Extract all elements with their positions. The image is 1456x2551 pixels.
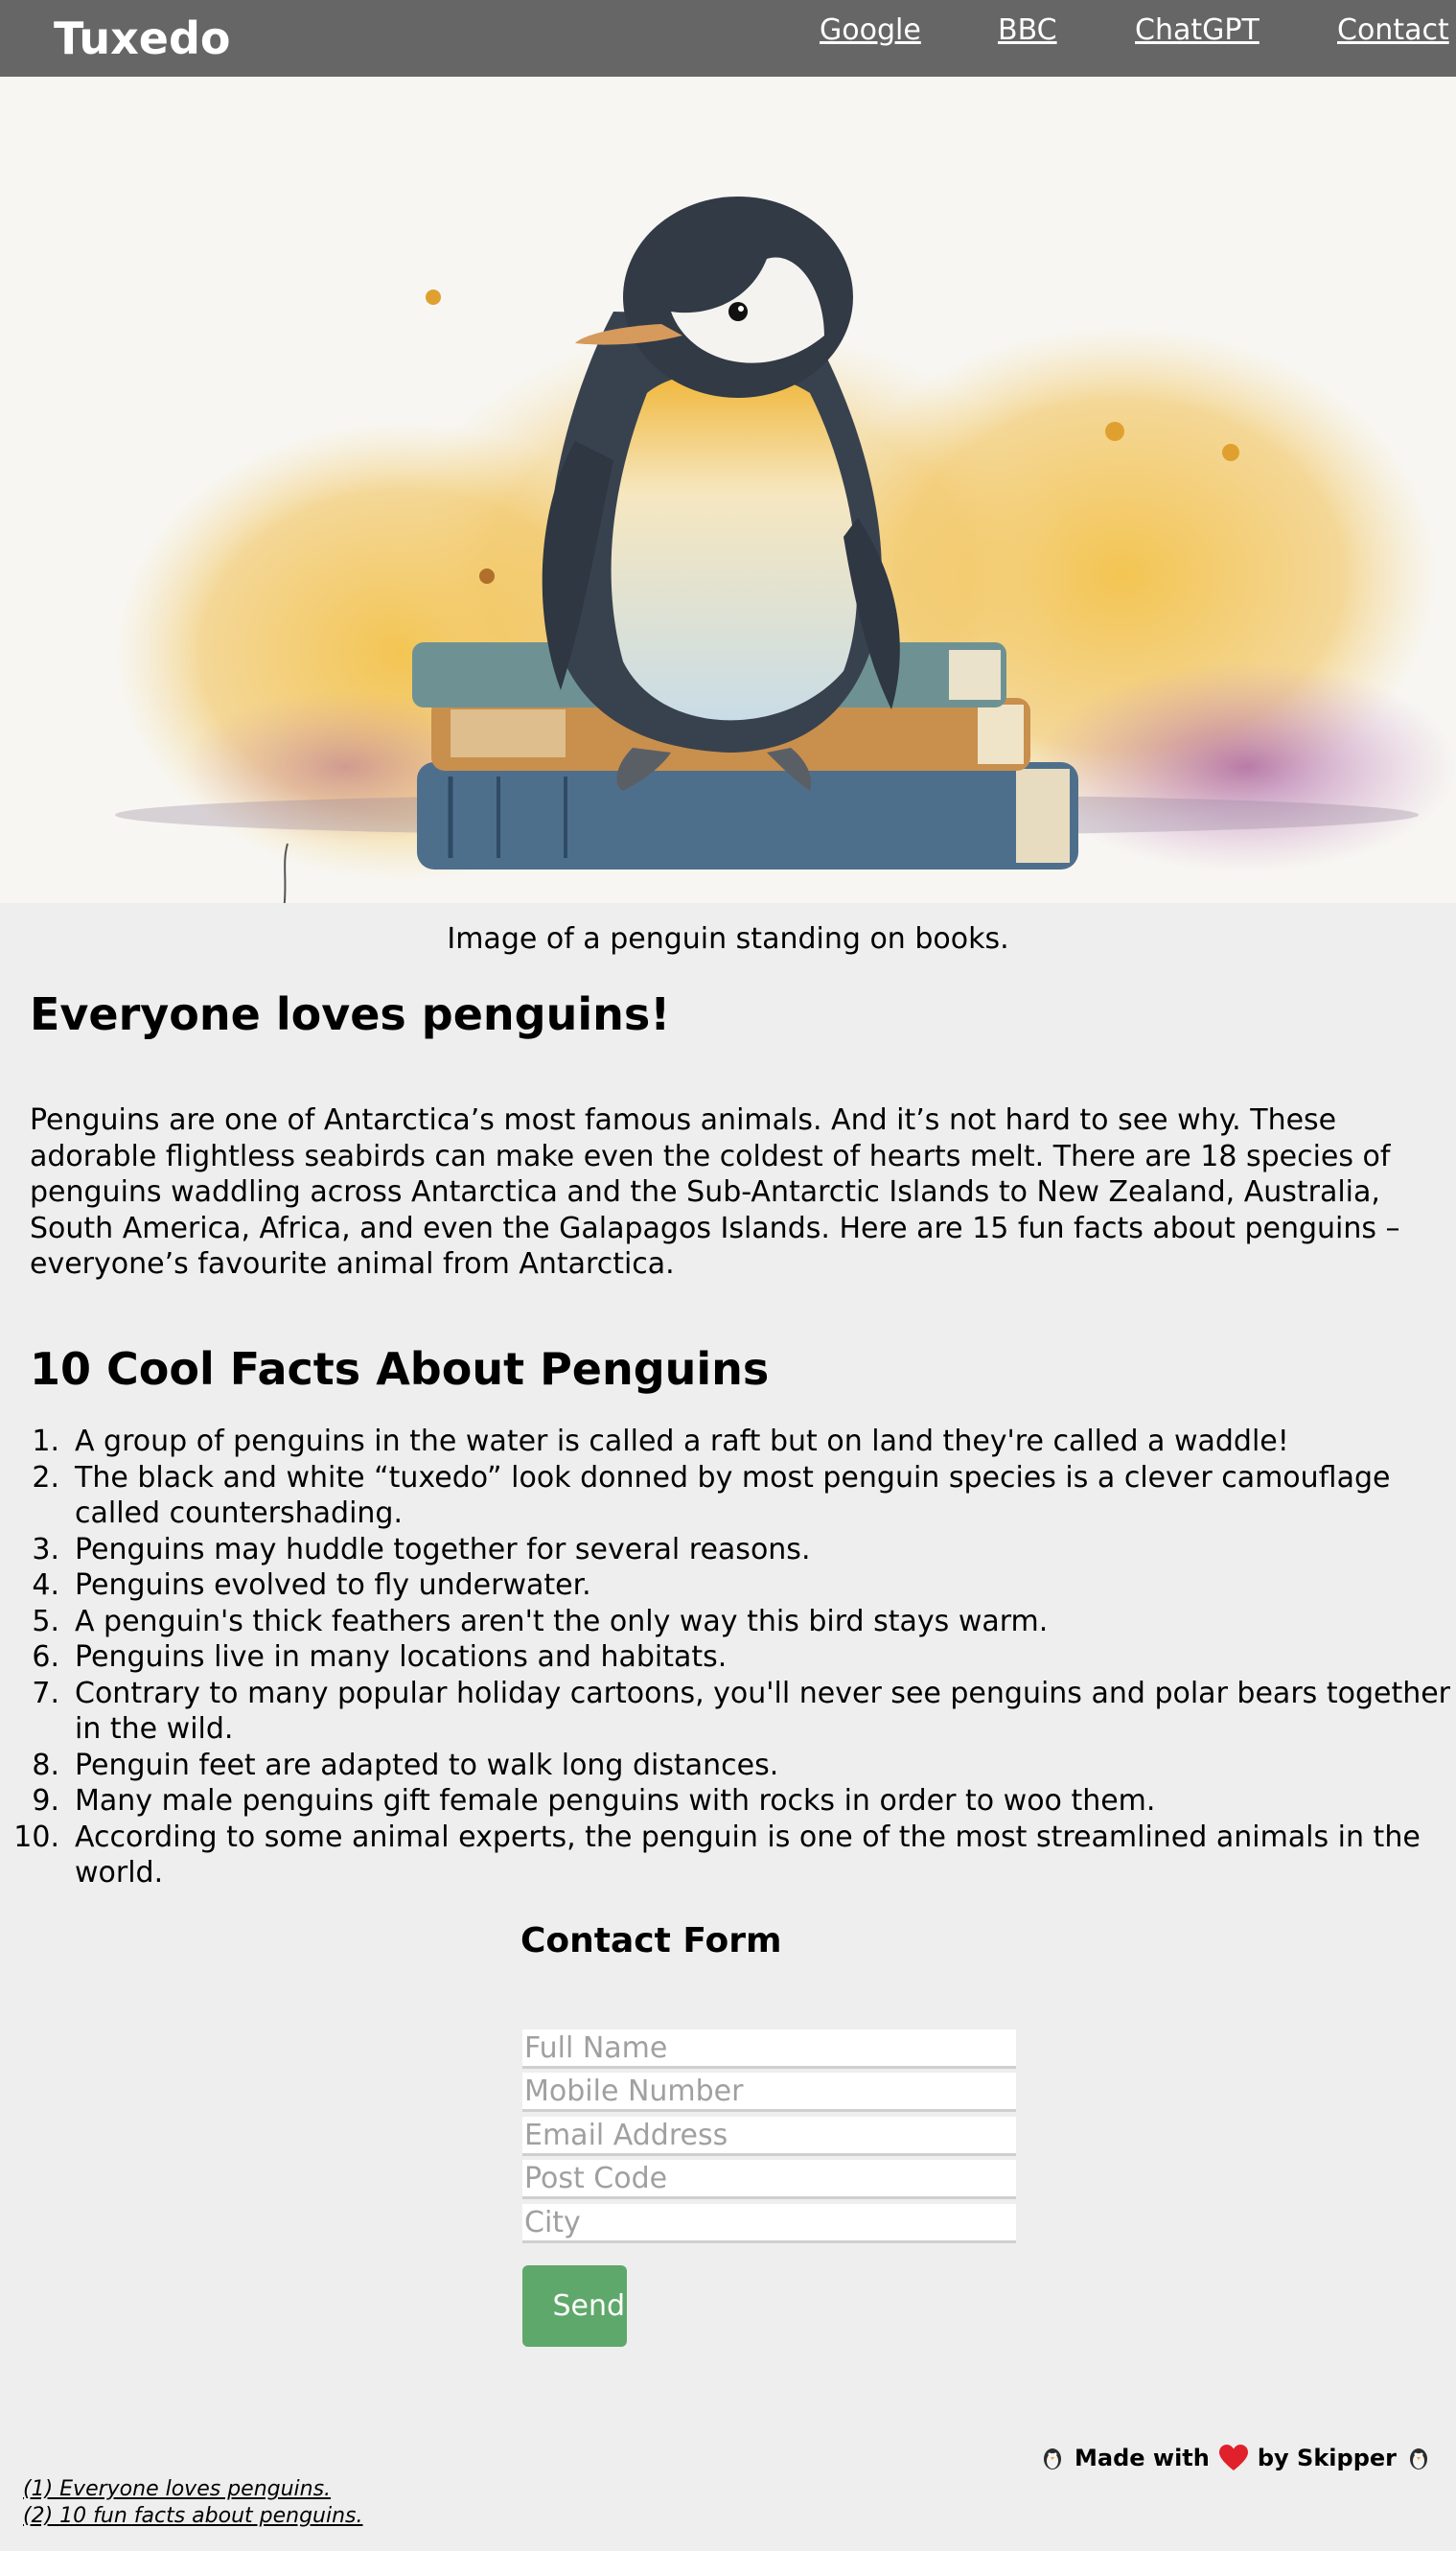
post-code-field[interactable] <box>522 2160 1016 2199</box>
nav-link-bbc[interactable]: BBC <box>998 12 1057 50</box>
list-number: 7. <box>32 1676 59 1710</box>
made-with-suffix: by Skipper <box>1257 2445 1397 2471</box>
heart-icon <box>1218 2445 1248 2470</box>
list-item: 2. The black and white “tuxedo” look donn… <box>0 1460 1456 1532</box>
list-item-text: Penguin feet are adapted to walk long di… <box>75 1748 779 1782</box>
list-item-text: Penguins may huddle together for several… <box>75 1532 811 1566</box>
references: (1) Everyone loves penguins. (2) 10 fun … <box>23 2476 363 2530</box>
list-number: 10. <box>13 1820 59 1854</box>
hero-caption: Image of a penguin standing on books. <box>447 922 1009 956</box>
made-with-prefix: Made with <box>1075 2445 1210 2471</box>
full-name-field[interactable] <box>522 2029 1016 2069</box>
list-item: 3. Penguins may huddle together for sever… <box>0 1532 1456 1568</box>
list-number: 5. <box>32 1604 59 1638</box>
list-item-text: A penguin's thick feathers aren't the on… <box>75 1604 1049 1638</box>
list-item: 10. According to some animal experts, the… <box>0 1820 1456 1891</box>
list-item-text: Many male penguins gift female penguins … <box>75 1784 1156 1818</box>
list-item: 6. Penguins live in many locations and ha… <box>0 1639 1456 1676</box>
list-item: 8. Penguin feet are adapted to walk long … <box>0 1748 1456 1784</box>
list-number: 4. <box>32 1568 59 1602</box>
list-number: 1. <box>32 1425 59 1458</box>
nav-link-contact[interactable]: Contact <box>1337 12 1449 50</box>
intro-paragraph: Penguins are one of Antarctica’s most fa… <box>30 1103 1400 1281</box>
nav-link-chatgpt[interactable]: ChatGPT <box>1135 12 1260 50</box>
reference-link[interactable]: (1) Everyone loves penguins. <box>23 2476 363 2503</box>
list-item: 7. Contrary to many popular holiday carto… <box>0 1676 1456 1748</box>
facts-heading: 10 Cool Facts About Penguins <box>30 1343 770 1395</box>
navbar: Tuxedo Google BBC ChatGPT Contact <box>0 0 1456 77</box>
list-number: 8. <box>32 1748 59 1782</box>
list-item-text: A group of penguins in the water is call… <box>75 1425 1289 1458</box>
made-with-credit: Made with by Skipper <box>1040 2441 1431 2475</box>
send-button[interactable]: Send <box>522 2265 627 2347</box>
list-number: 9. <box>32 1784 59 1818</box>
contact-form-title: Contact Form <box>520 1921 782 1960</box>
page-heading: Everyone loves penguins! <box>30 988 671 1040</box>
list-number: 3. <box>32 1532 59 1566</box>
list-item: 1. A group of penguins in the water is ca… <box>0 1424 1456 1460</box>
list-item: 5. A penguin's thick feathers aren't the … <box>0 1604 1456 1640</box>
list-item-text: The black and white “tuxedo” look donned… <box>75 1460 1391 1531</box>
nav-link-google[interactable]: Google <box>820 12 921 50</box>
city-field[interactable] <box>522 2204 1016 2243</box>
mobile-number-field[interactable] <box>522 2073 1016 2112</box>
brand-logo[interactable]: Tuxedo <box>54 10 230 67</box>
hero-image <box>0 77 1456 903</box>
email-address-field[interactable] <box>522 2117 1016 2156</box>
list-number: 6. <box>32 1640 59 1674</box>
list-item-text: According to some animal experts, the pe… <box>75 1820 1421 1890</box>
penguin-icon <box>1044 2448 1062 2470</box>
list-item-text: Penguins evolved to fly underwater. <box>75 1568 591 1602</box>
list-item-text: Penguins live in many locations and habi… <box>75 1640 728 1674</box>
list-number: 2. <box>32 1460 59 1495</box>
list-item: 4. Penguins evolved to fly underwater. <box>0 1567 1456 1604</box>
list-item: 9. Many male penguins gift female penguin… <box>0 1783 1456 1820</box>
list-item-text: Contrary to many popular holiday cartoon… <box>75 1676 1451 1747</box>
reference-link[interactable]: (2) 10 fun facts about penguins. <box>23 2503 363 2530</box>
penguin-icon <box>1410 2448 1427 2470</box>
penguin-on-books-illustration <box>115 197 1456 903</box>
facts-list: 1. A group of penguins in the water is ca… <box>0 1424 1456 1891</box>
